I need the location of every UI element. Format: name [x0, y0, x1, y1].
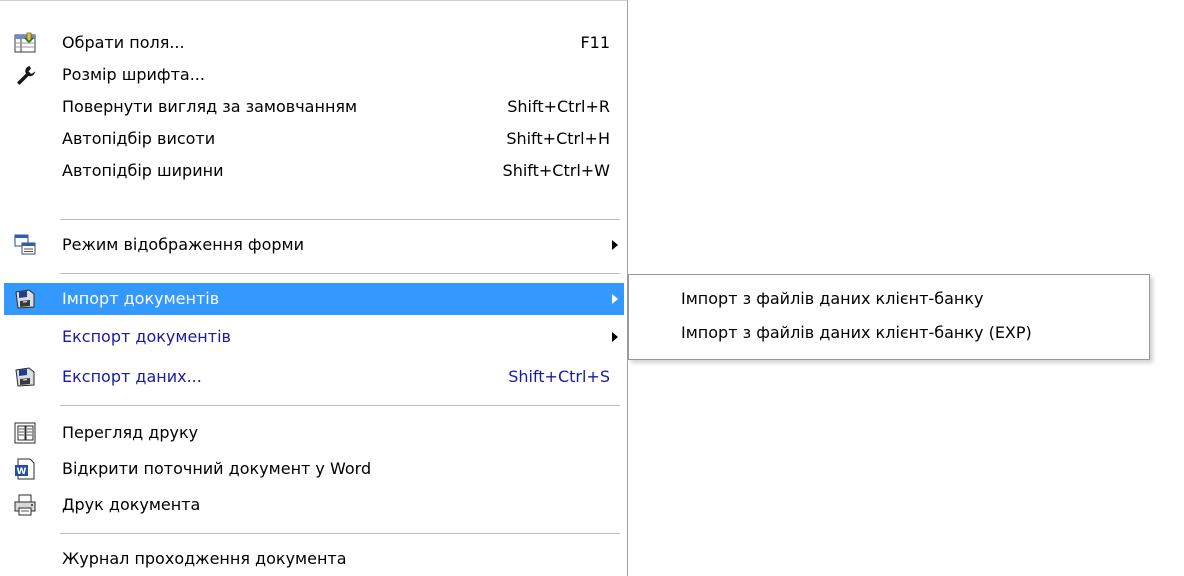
menu-item-print-document[interactable]: Друк документа — [0, 489, 624, 521]
menu-item-label: Повернути вигляд за замовчанням — [62, 97, 358, 116]
menu-item-shortcut: F11 — [580, 33, 610, 52]
menu-item-label: Друк документа — [62, 495, 201, 514]
import-submenu: Імпорт з файлів даних клієнт-банку Імпор… — [628, 274, 1150, 360]
submenu-arrow-icon — [612, 240, 618, 250]
menu-item-shortcut: Shift+Ctrl+S — [508, 367, 610, 386]
menu-item-shortcut: Shift+Ctrl+H — [506, 129, 610, 148]
submenu-item-label: Імпорт з файлів даних клієнт-банку (EXP) — [681, 323, 1032, 342]
submenu-item-import-client-bank-exp[interactable]: Імпорт з файлів даних клієнт-банку (EXP) — [629, 317, 1149, 349]
menu-separator — [60, 405, 620, 406]
menu-item-font-size[interactable]: Розмір шрифта... — [0, 59, 624, 91]
wrench-icon — [14, 64, 36, 86]
word-document-icon: W — [14, 458, 36, 480]
menu-separator — [60, 533, 620, 534]
form-display-mode-icon — [14, 234, 36, 256]
menu-item-shortcut: Shift+Ctrl+R — [507, 97, 610, 116]
menu-item-autofit-height[interactable]: Автопідбір висоти Shift+Ctrl+H — [0, 123, 624, 155]
export-disk-icon — [14, 366, 36, 388]
menu-item-export-data[interactable]: Експорт даних... Shift+Ctrl+S — [0, 361, 624, 393]
context-menu: Обрати поля... F11 Розмір шрифта... Пове… — [0, 0, 628, 576]
menu-item-label: Журнал проходження документа — [62, 549, 347, 568]
menu-item-label: Обрати поля... — [62, 33, 185, 52]
menu-item-label: Розмір шрифта... — [62, 65, 205, 84]
menu-item-label: Автопідбір ширини — [62, 161, 224, 180]
menu-item-label: Експорт даних... — [62, 367, 202, 386]
menu-item-label: Перегляд друку — [62, 423, 199, 442]
submenu-item-label: Імпорт з файлів даних клієнт-банку — [681, 289, 984, 308]
menu-item-autofit-width[interactable]: Автопідбір ширини Shift+Ctrl+W — [0, 155, 624, 187]
menu-item-export-documents[interactable]: Експорт документів — [0, 321, 624, 353]
printer-icon — [14, 494, 36, 516]
menu-item-form-display-mode[interactable]: Режим відображення форми — [0, 229, 624, 261]
submenu-item-import-client-bank[interactable]: Імпорт з файлів даних клієнт-банку — [629, 283, 1149, 315]
menu-item-print-preview[interactable]: Перегляд друку — [0, 417, 624, 449]
menu-item-import-documents[interactable]: Імпорт документів — [4, 283, 624, 315]
submenu-arrow-icon — [612, 294, 618, 304]
import-disk-icon — [14, 288, 36, 310]
menu-separator — [60, 219, 620, 220]
print-preview-icon — [14, 422, 36, 444]
menu-item-reset-view[interactable]: Повернути вигляд за замовчанням Shift+Ct… — [0, 91, 624, 123]
menu-separator — [60, 273, 620, 274]
menu-item-label: Імпорт документів — [62, 289, 220, 308]
menu-item-shortcut: Shift+Ctrl+W — [502, 161, 610, 180]
menu-item-open-in-word[interactable]: W Відкрити поточний документ у Word — [0, 453, 624, 485]
menu-item-label: Відкрити поточний документ у Word — [62, 459, 372, 478]
select-fields-icon — [14, 32, 36, 54]
submenu-arrow-icon — [612, 332, 618, 342]
menu-item-select-fields[interactable]: Обрати поля... F11 — [0, 27, 624, 59]
menu-item-label: Автопідбір висоти — [62, 129, 216, 148]
menu-item-label: Режим відображення форми — [62, 235, 304, 254]
menu-item-label: Експорт документів — [62, 327, 231, 346]
menu-item-document-log[interactable]: Журнал проходження документа — [0, 543, 624, 575]
svg-text:W: W — [17, 467, 27, 477]
